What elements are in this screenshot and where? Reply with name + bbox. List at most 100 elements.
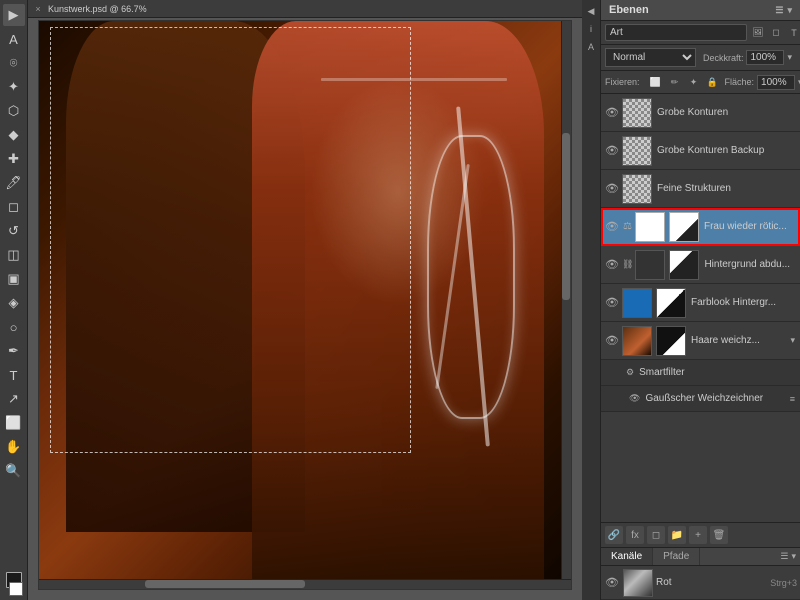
lock-transparent-icon[interactable]: ⬜ (648, 74, 664, 90)
layer-eye-icon-2[interactable]: 👁 (604, 181, 620, 197)
add-fx-icon[interactable]: fx (626, 526, 644, 544)
filter-text-icon[interactable]: T (786, 25, 800, 41)
layer-eye-icon-6[interactable]: 👁 (604, 333, 620, 349)
opacity-dropdown-icon[interactable]: ▾ (787, 52, 792, 63)
opacity-input[interactable] (746, 50, 784, 65)
delete-layer-icon[interactable]: 🗑 (710, 526, 728, 544)
layer-eye-icon-gausscher[interactable]: 👁 (629, 393, 640, 404)
new-group-icon[interactable]: 📁 (668, 526, 686, 544)
link-layers-icon[interactable]: 🔗 (605, 526, 623, 544)
layer-item-hintergrund-abdu[interactable]: 👁 ⛓ Hintergrund abdu... (601, 246, 800, 284)
right-strip: ◀ i A (582, 0, 600, 600)
strip-icon-1[interactable]: i (584, 22, 598, 36)
figure-female (252, 21, 545, 589)
layer-name-2: Feine Strukturen (654, 183, 797, 194)
tool-eraser[interactable]: ◫ (3, 244, 25, 266)
fill-section: Fläche: ▾ (725, 75, 800, 90)
fill-input[interactable] (757, 75, 795, 90)
channels-panel-collapse[interactable]: ▾ (791, 551, 796, 562)
tool-select[interactable]: A (3, 28, 25, 50)
lock-icons: ⬜ ✏ ✦ 🔒 (648, 74, 721, 90)
layer-item-gausscher[interactable]: 👁 Gaußscher Weichzeichner ≡ (601, 386, 800, 412)
layer-eye-icon-1[interactable]: 👁 (604, 143, 620, 159)
channels-paths-panel: Kanäle Pfade ☰ ▾ 👁 Rot Strg+3 (601, 547, 800, 600)
layers-panel-footer: 🔗 fx ◻ 📁 + 🗑 (601, 522, 800, 547)
layer-item-grobe-konturen[interactable]: 👁 Grobe Konturen (601, 94, 800, 132)
layer-extra-6: ▾ (790, 335, 797, 346)
tab-close-icon[interactable]: × (32, 3, 44, 15)
tool-move[interactable]: ▶ (3, 4, 25, 26)
scrollbar-y-thumb[interactable] (562, 133, 570, 300)
canvas-wrapper[interactable] (38, 20, 572, 590)
layer-eye-icon-3[interactable]: 👁 (604, 219, 620, 235)
layer-item-farblook-hintergr[interactable]: 👁 Farblook Hintergr... (601, 284, 800, 322)
canvas-image (39, 21, 571, 589)
add-mask-icon[interactable]: ◻ (647, 526, 665, 544)
strip-icon-2[interactable]: A (584, 40, 598, 54)
layer-eye-icon-5[interactable]: 👁 (604, 295, 620, 311)
tool-type[interactable]: T (3, 364, 25, 386)
canvas-scrollbar-y[interactable] (561, 21, 571, 579)
filter-lock-icon[interactable]: ◻ (768, 25, 784, 41)
layer-item-frau-wieder-rotlic[interactable]: 👁 ⚖ Frau wieder rötic... (601, 208, 800, 246)
tool-crop[interactable]: ⬡ (3, 100, 25, 122)
panel-collapse-icon[interactable]: ▾ (787, 5, 792, 16)
layer-mask-3 (669, 212, 699, 242)
channels-panel-options[interactable]: ☰ (780, 551, 788, 562)
tool-shape[interactable]: ⬜ (3, 412, 25, 434)
blend-mode-select[interactable]: Normal (605, 48, 696, 67)
tool-blur[interactable]: ◈ (3, 292, 25, 314)
tab-pfade[interactable]: Pfade (653, 548, 700, 565)
panel-options-icon[interactable]: ☰ (775, 5, 783, 16)
tool-brush[interactable]: 🖊 (3, 172, 25, 194)
layer-eye-icon-0[interactable]: 👁 (604, 105, 620, 121)
tool-hand[interactable]: ✋ (3, 436, 25, 458)
scrollbar-x-thumb[interactable] (145, 580, 305, 588)
lock-row: Fixieren: ⬜ ✏ ✦ 🔒 Fläche: ▾ (601, 71, 800, 94)
blend-mode-row: Normal Deckkraft: ▾ (601, 45, 800, 71)
tool-stamp[interactable]: ◻ (3, 196, 25, 218)
layer-item-feine-strukturen[interactable]: 👁 Feine Strukturen (601, 170, 800, 208)
tool-zoom[interactable]: 🔍 (3, 460, 25, 482)
layer-adjust-icon-3: ⚖ (623, 221, 632, 232)
opacity-label: Deckkraft: (703, 53, 744, 63)
layer-search-input[interactable] (605, 24, 747, 41)
lock-label: Fixieren: (605, 77, 640, 87)
opacity-row: Deckkraft: ▾ (699, 50, 796, 65)
layer-eye-icon-4[interactable]: 👁 (604, 257, 620, 273)
layers-panel-header: Ebenen ☰ ▾ (601, 0, 800, 21)
tool-heal[interactable]: ✚ (3, 148, 25, 170)
lock-pixels-icon[interactable]: ✏ (667, 74, 683, 90)
layer-item-haare-weichz[interactable]: 👁 Haare weichz... ▾ (601, 322, 800, 360)
tool-dodge[interactable]: ○ (3, 316, 25, 338)
lock-position-icon[interactable]: ✦ (686, 74, 702, 90)
tool-path[interactable]: ↗ (3, 388, 25, 410)
layer-name-smartfilter: Smartfilter (636, 367, 797, 378)
tool-background-color[interactable] (9, 582, 23, 596)
layer-chain-icon-4: ⛓ (622, 259, 633, 270)
channel-eye-icon[interactable]: 👁 (604, 575, 620, 591)
tool-wand[interactable]: ✦ (3, 76, 25, 98)
layer-name-gausscher: Gaußscher Weichzeichner (642, 393, 787, 404)
layer-item-smartfilter[interactable]: ⚙ Smartfilter (601, 360, 800, 386)
tool-lasso[interactable]: ⌾ (3, 52, 25, 74)
lock-all-icon[interactable]: 🔒 (705, 74, 721, 90)
layer-thumb-1 (622, 136, 652, 166)
tool-eyedropper[interactable]: ◆ (3, 124, 25, 146)
strip-collapse-icon[interactable]: ◀ (584, 4, 598, 18)
layer-name-1: Grobe Konturen Backup (654, 145, 797, 156)
layers-panel-title: Ebenen (609, 4, 649, 16)
search-filter-icons: 🖼 ◻ T f ◈ (750, 25, 800, 41)
tab-kanale[interactable]: Kanäle (601, 548, 653, 565)
tool-pen[interactable]: ✒ (3, 340, 25, 362)
layer-mask-6 (656, 326, 686, 356)
filter-kind-icon[interactable]: 🖼 (750, 25, 766, 41)
new-layer-icon[interactable]: + (689, 526, 707, 544)
document-tab-bar: × Kunstwerk.psd @ 66.7% (28, 0, 582, 18)
layer-name-3: Frau wieder rötic... (701, 221, 797, 232)
canvas-scrollbar-x[interactable] (39, 579, 571, 589)
tool-history[interactable]: ↺ (3, 220, 25, 242)
channel-item-rot[interactable]: 👁 Rot Strg+3 (601, 566, 800, 600)
tool-gradient[interactable]: ▣ (3, 268, 25, 290)
layer-item-grobe-konturen-backup[interactable]: 👁 Grobe Konturen Backup (601, 132, 800, 170)
